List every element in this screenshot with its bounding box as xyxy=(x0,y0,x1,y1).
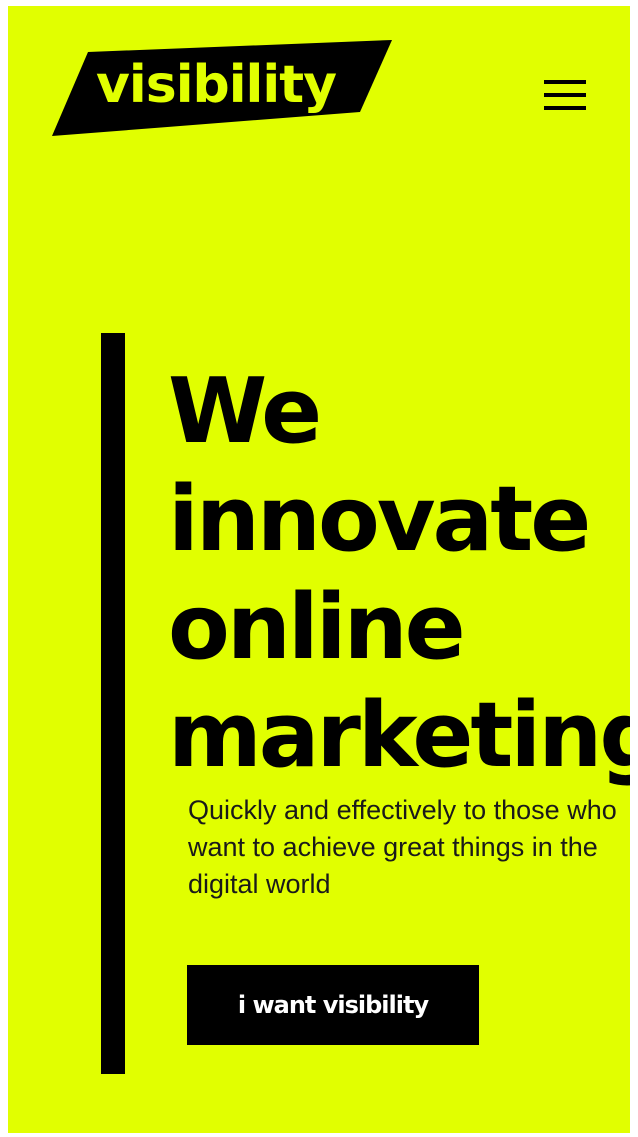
menu-line xyxy=(544,93,586,97)
hero-headline: We innovate online marketing xyxy=(168,358,630,790)
logo-wordmark: visibility xyxy=(96,55,337,115)
cta-button[interactable]: i want visibility xyxy=(187,965,479,1045)
hero-subtitle: Quickly and effectively to those who wan… xyxy=(188,795,617,899)
brand-logo[interactable]: visibility xyxy=(52,40,392,136)
menu-line xyxy=(544,106,586,110)
menu-line xyxy=(544,80,586,84)
headline-line-3: online xyxy=(168,575,466,680)
hamburger-menu-icon[interactable] xyxy=(542,80,590,116)
vertical-accent-bar xyxy=(101,333,125,1074)
headline-line-2: innovate xyxy=(168,467,591,572)
headline-line-4: marketing xyxy=(168,683,630,788)
page-frame: visibility We innovate online marketing … xyxy=(8,6,630,1133)
headline-line-1: We xyxy=(168,359,322,464)
